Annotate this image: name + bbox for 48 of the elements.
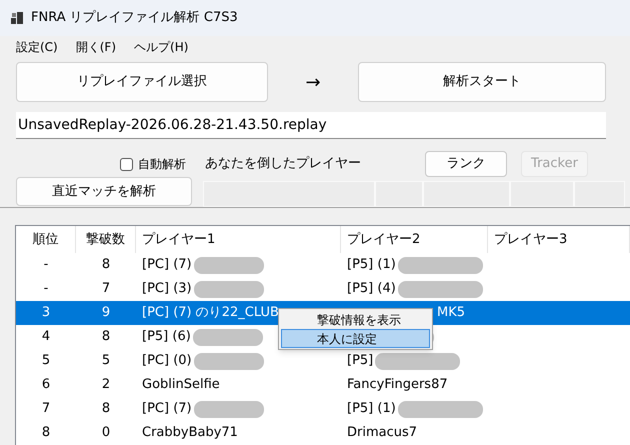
column-header[interactable]: プレイヤー3 <box>488 226 630 253</box>
column-header[interactable]: 撃破数 <box>76 226 136 253</box>
file-select-button[interactable]: リプレイファイル選択 <box>16 62 268 102</box>
analyze-recent-button[interactable]: 直近マッチを解析 <box>16 177 192 206</box>
window-title: FNRA リプレイファイル解析 C7S3 <box>31 9 238 28</box>
table-cell[interactable]: 8 <box>102 255 110 275</box>
table-cell[interactable]: [PC] (7) <box>142 399 192 419</box>
column-header[interactable]: プレイヤー2 <box>341 226 488 253</box>
table-cell[interactable]: 2 <box>102 375 110 395</box>
column-header[interactable]: 順位 <box>16 226 76 253</box>
table-cell[interactable]: 5 <box>42 351 50 371</box>
table-cell[interactable]: 7 <box>42 399 50 419</box>
table-cell[interactable]: 7 <box>102 279 110 299</box>
table-cell[interactable]: [PC] (7) <box>142 255 192 275</box>
table-cell[interactable]: [P5] (1) <box>347 399 396 419</box>
table-cell[interactable]: [P5] (1) <box>347 255 396 275</box>
table-cell[interactable]: 4 <box>42 327 50 347</box>
table-cell[interactable]: [P5] <box>347 351 374 371</box>
table-cell[interactable]: FancyFingers87 <box>347 375 448 395</box>
table-cell[interactable]: [PC] (0) <box>142 351 192 371</box>
file-name-field[interactable]: UnsavedReplay-2026.06.28-21.43.50.replay <box>16 112 606 139</box>
menu-item[interactable]: 設定(C) <box>8 38 66 56</box>
table-cell[interactable]: 8 <box>42 423 50 443</box>
start-analysis-button[interactable]: 解析スタート <box>358 62 606 102</box>
column-header[interactable]: プレイヤー1 <box>136 226 341 253</box>
table-cell[interactable]: [PC] (3) <box>142 279 192 299</box>
app-icon <box>11 12 23 24</box>
table-cell[interactable]: 0 <box>102 423 110 443</box>
context-menu-item[interactable]: 本人に設定 <box>281 329 430 348</box>
rank-button[interactable]: ランク <box>425 151 507 177</box>
table-cell[interactable]: - <box>44 279 48 299</box>
table-cell[interactable]: 6 <box>42 375 50 395</box>
checkbox-label: 自動解析 <box>138 156 186 173</box>
table-cell[interactable]: 8 <box>102 399 110 419</box>
auto-analyze-checkbox[interactable] <box>120 158 133 170</box>
context-menu-item[interactable]: 撃破情報を表示 <box>281 310 430 329</box>
table-cell[interactable]: [P5] (4) <box>347 279 396 299</box>
table-cell[interactable]: 8 <box>102 327 110 347</box>
menu-item[interactable]: ヘルプ(H) <box>126 38 196 56</box>
table-cell[interactable]: [P5] (6) <box>142 327 191 347</box>
menu-item[interactable]: 開く(F) <box>68 38 124 56</box>
table-cell[interactable]: CrabbyBaby71 <box>142 423 238 443</box>
table-cell[interactable]: GoblinSelfie <box>142 375 220 395</box>
table-cell[interactable]: 5 <box>102 351 110 371</box>
table-cell[interactable]: - <box>44 255 48 275</box>
table-cell[interactable]: Drimacus7 <box>347 423 418 443</box>
defeated-players-label: あなたを倒したプレイヤー <box>205 155 362 174</box>
arrow-text: → <box>304 70 322 94</box>
